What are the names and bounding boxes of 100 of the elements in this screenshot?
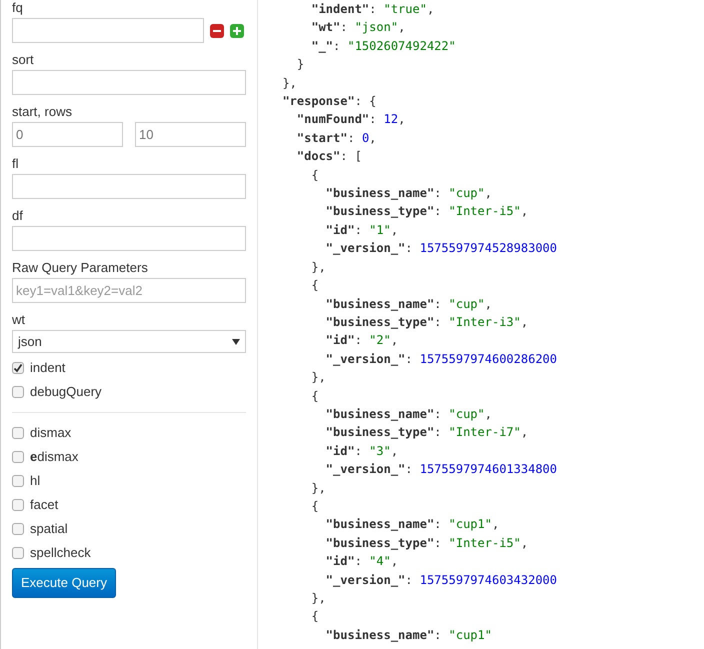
field-label: fl — [12, 156, 18, 172]
json-string: "true" — [384, 1, 427, 18]
json-string: "1" — [369, 222, 391, 239]
json-string: "Inter-i5" — [448, 203, 521, 220]
json-string: "json" — [354, 19, 398, 36]
checkbox[interactable] — [12, 547, 24, 559]
fq-field[interactable] — [12, 18, 204, 43]
json-key: "business_type" — [268, 202, 434, 221]
json-punctuation: }, — [310, 258, 326, 276]
json-string: "cup" — [448, 185, 485, 202]
json-punctuation: , — [390, 222, 398, 239]
json-punctuation: } — [296, 56, 304, 74]
json-key: "_version_" — [268, 239, 406, 258]
checkbox-label: edismax — [30, 448, 78, 466]
sort-field[interactable] — [12, 70, 246, 95]
json-punctuation: : — [340, 19, 348, 36]
field-label: df — [12, 208, 23, 224]
json-punctuation: , — [369, 130, 376, 147]
json-string: "2" — [369, 332, 391, 350]
json-string: "cup1" — [448, 516, 492, 534]
json-punctuation: , — [484, 406, 492, 423]
json-punctuation: : — [434, 516, 442, 534]
json-punctuation: : — [369, 111, 378, 128]
json-punctuation: { — [310, 277, 319, 294]
json-string: "cup" — [448, 406, 485, 423]
json-key: "business_type" — [268, 423, 434, 442]
json-punctuation: , — [484, 185, 492, 202]
checkbox[interactable] — [12, 499, 24, 511]
json-punctuation: { — [310, 498, 319, 515]
checkbox-label: facet — [30, 496, 58, 514]
json-punctuation: , — [520, 203, 528, 220]
checkbox[interactable] — [12, 451, 24, 463]
json-string: "cup" — [448, 296, 485, 312]
json-number: 12 — [384, 111, 398, 128]
json-key: "id" — [268, 442, 355, 460]
json-key: "business_type" — [268, 534, 434, 552]
json-punctuation: : — [434, 203, 442, 220]
json-punctuation: , — [492, 516, 500, 534]
json-punctuation: : [ — [340, 148, 362, 166]
json-punctuation: , — [520, 424, 528, 442]
add-icon[interactable] — [230, 24, 244, 38]
json-punctuation: : — [434, 185, 442, 202]
execute-query-button[interactable]: Execute Query — [12, 568, 116, 598]
json-string: "Inter-i5" — [448, 534, 521, 552]
json-punctuation: : — [333, 38, 342, 55]
remove-icon[interactable] — [210, 24, 224, 38]
start-field[interactable]: 0 — [12, 122, 123, 147]
df-field[interactable] — [12, 226, 246, 251]
checkbox-label: spellcheck — [30, 544, 91, 562]
dropdown-caret-icon — [232, 338, 240, 344]
json-punctuation: : — [434, 406, 442, 423]
json-punctuation: , — [426, 1, 434, 18]
json-punctuation: : — [405, 240, 414, 258]
json-punctuation: { — [310, 608, 319, 626]
json-punctuation: }, — [310, 590, 326, 607]
json-key: "numFound" — [268, 110, 370, 129]
json-key: "indent" — [268, 0, 370, 18]
json-number: 1575597974601334800 — [420, 461, 558, 478]
json-string: "1502607492422" — [347, 38, 456, 55]
json-key: "business_name" — [268, 515, 434, 534]
json-string: "cup1" — [448, 626, 492, 644]
json-key: "_version_" — [268, 460, 406, 479]
checkbox[interactable] — [12, 427, 24, 439]
field-label: fq — [12, 0, 23, 16]
json-key: "business_name" — [268, 184, 434, 202]
json-punctuation: : — [434, 534, 442, 552]
json-key: "id" — [268, 331, 355, 350]
json-punctuation: , — [398, 19, 406, 36]
checkbox[interactable] — [12, 475, 24, 487]
json-punctuation: : — [354, 332, 363, 350]
json-key: "business_name" — [268, 294, 434, 313]
json-key: "start" — [268, 128, 348, 148]
rows-field[interactable]: 10 — [135, 122, 246, 147]
json-punctuation: : { — [354, 93, 376, 110]
json-key: "_version_" — [268, 350, 406, 368]
json-punctuation: : — [434, 314, 442, 331]
json-punctuation: { — [310, 388, 319, 405]
checkbox[interactable] — [12, 362, 24, 374]
json-key: "docs" — [268, 147, 340, 166]
json-punctuation: : — [405, 350, 414, 368]
json-punctuation: { — [310, 166, 319, 184]
checkbox[interactable] — [12, 523, 24, 535]
json-punctuation: : — [347, 130, 356, 147]
json-key: "id" — [268, 220, 355, 240]
wt-select[interactable]: json — [12, 330, 246, 353]
json-number: 1575597974600286200 — [420, 350, 558, 368]
field-label: start, rows — [12, 104, 72, 120]
json-key: "business_type" — [268, 312, 434, 332]
checkbox-label: debugQuery — [30, 383, 102, 402]
json-punctuation: , — [390, 332, 398, 350]
field-label: wt — [12, 312, 25, 328]
json-punctuation: : — [434, 296, 442, 312]
raw-query-field[interactable]: key1=val1&key2=val2 — [12, 278, 246, 303]
fl-field[interactable] — [12, 174, 246, 199]
json-punctuation: , — [520, 534, 528, 552]
json-number: 0 — [362, 130, 370, 147]
checkbox[interactable] — [12, 386, 24, 398]
json-punctuation: , — [390, 442, 398, 460]
json-string: "Inter-i3" — [448, 314, 521, 331]
json-punctuation: : — [434, 424, 442, 442]
